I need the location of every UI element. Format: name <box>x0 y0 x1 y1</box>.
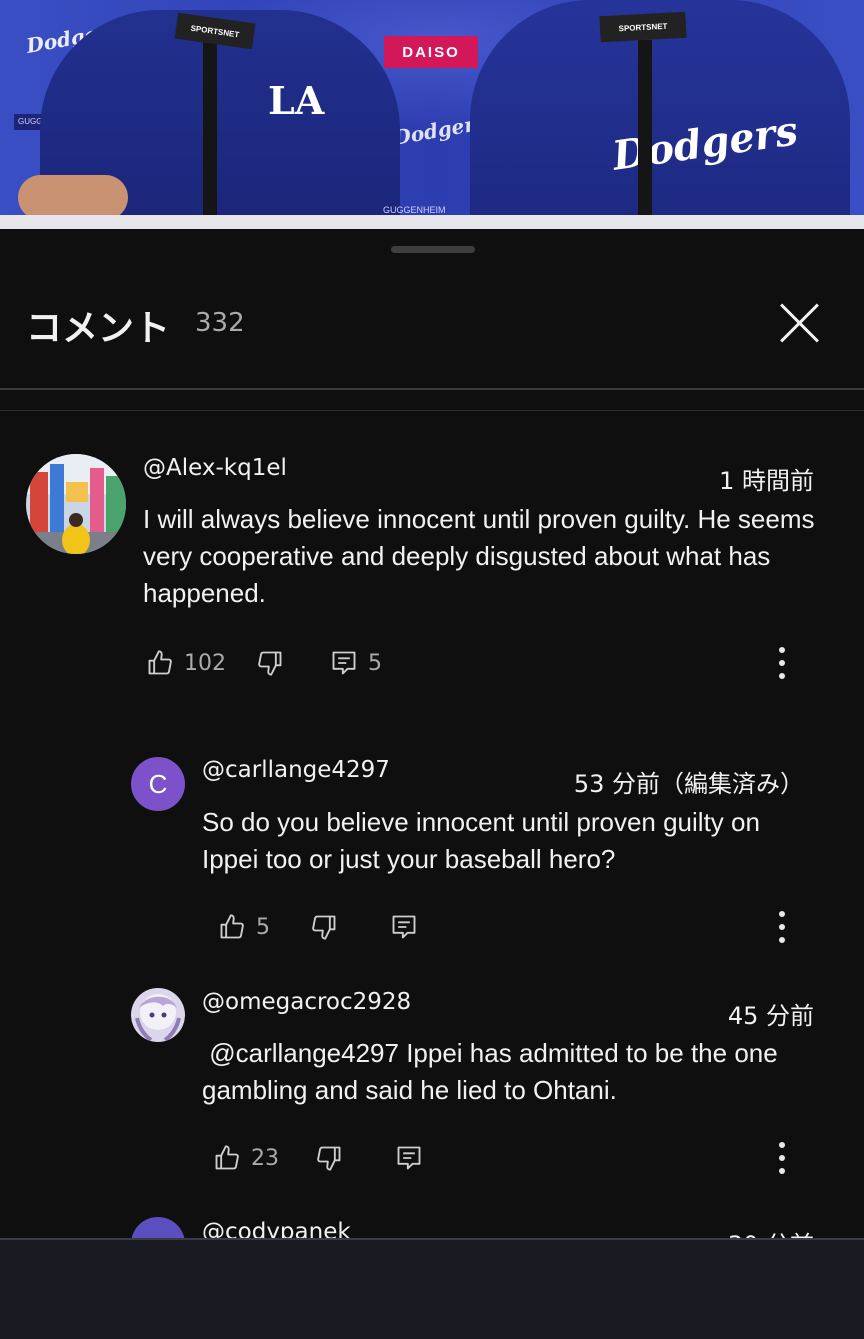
avatar[interactable] <box>131 988 185 1042</box>
avatar-photo-icon <box>26 454 126 554</box>
comment-author[interactable]: @carllange4297 <box>202 757 390 783</box>
thumbs-up-icon <box>220 914 244 939</box>
reply: C @carllange4297 53 分前（編集済み） So do you b… <box>0 754 864 964</box>
divider <box>0 388 864 390</box>
reply-button[interactable]: 5 <box>330 649 382 677</box>
comment-time: 1 時間前 <box>719 467 814 495</box>
dislike-button[interactable] <box>256 649 284 677</box>
avatar[interactable] <box>26 454 126 554</box>
avatar-anime-icon <box>131 988 185 1042</box>
comment-actions: 23 <box>213 1138 423 1178</box>
comment-author[interactable]: @omegacroc2928 <box>202 989 411 1015</box>
thumbs-down-icon <box>317 1146 341 1171</box>
comment: @Alex-kq1el 1 時間前 I will always believe … <box>0 451 864 691</box>
like-button[interactable]: 5 <box>218 913 270 941</box>
table <box>0 215 864 229</box>
avatar-letter: C <box>148 768 168 799</box>
comment-text: I will always believe innocent until pro… <box>143 504 815 608</box>
reply-comment-icon <box>397 1146 421 1170</box>
comment-text: So do you believe innocent until proven … <box>202 807 760 874</box>
la-logo: LA <box>268 78 325 123</box>
bottom-bar <box>0 1238 864 1339</box>
comment-author[interactable]: @Alex-kq1el <box>143 455 287 481</box>
dislike-button[interactable] <box>315 1144 343 1172</box>
reply: @codypanek 30 分前 <box>0 1217 864 1239</box>
comments-title: コメント <box>26 308 171 349</box>
reply-button[interactable] <box>390 913 418 941</box>
like-count: 5 <box>256 914 270 940</box>
comments-count: 332 <box>195 308 245 338</box>
daiso-sign: DAISO <box>384 36 478 68</box>
mic-flag: SPORTSNET <box>599 11 687 43</box>
comment-actions: 102 5 <box>146 643 382 683</box>
like-count: 23 <box>251 1145 279 1171</box>
close-icon[interactable] <box>776 299 822 345</box>
microphone <box>203 40 217 229</box>
reply-count: 5 <box>368 650 382 676</box>
hand <box>18 175 128 220</box>
thumbs-up-icon <box>148 650 172 675</box>
more-options-icon[interactable] <box>772 907 792 947</box>
thumbs-down-icon <box>258 651 282 676</box>
comment-time: 30 分前 <box>728 1225 814 1239</box>
video-player[interactable]: Dodgers DAISO Dodgers GUGGENH LA Dodgers… <box>0 0 864 229</box>
like-count: 102 <box>184 650 226 676</box>
thumbs-down-icon <box>312 915 336 940</box>
reply-comment-icon <box>332 651 356 675</box>
avatar[interactable]: C <box>131 757 185 811</box>
comments-sheet: コメント 332 @Alex-kq1el 1 時間前 I will always… <box>0 229 864 1337</box>
guggenheim-sign: GUGGENHEIM <box>383 205 446 215</box>
comment-time: 45 分前 <box>727 1002 814 1030</box>
more-options-icon[interactable] <box>772 1138 792 1178</box>
like-button[interactable]: 23 <box>213 1144 279 1172</box>
reply-button[interactable] <box>395 1144 423 1172</box>
dislike-button[interactable] <box>310 913 338 941</box>
comment-author[interactable]: @codypanek <box>202 1219 351 1239</box>
comment-actions: 5 <box>218 907 418 947</box>
reply-comment-icon <box>392 915 416 939</box>
divider <box>0 410 864 411</box>
avatar[interactable] <box>131 1217 185 1239</box>
reply: @omegacroc2928 45 分前 @carllange4297 Ippe… <box>0 986 864 1196</box>
comments-header: コメント 332 <box>0 229 864 389</box>
more-options-icon[interactable] <box>772 643 792 683</box>
thumbs-up-icon <box>215 1145 239 1170</box>
comment-time: 53 分前（編集済み） <box>573 770 804 798</box>
like-button[interactable]: 102 <box>146 649 226 677</box>
comment-text: @carllange4297 Ippei has admitted to be … <box>202 1038 785 1105</box>
microphone <box>638 40 652 229</box>
